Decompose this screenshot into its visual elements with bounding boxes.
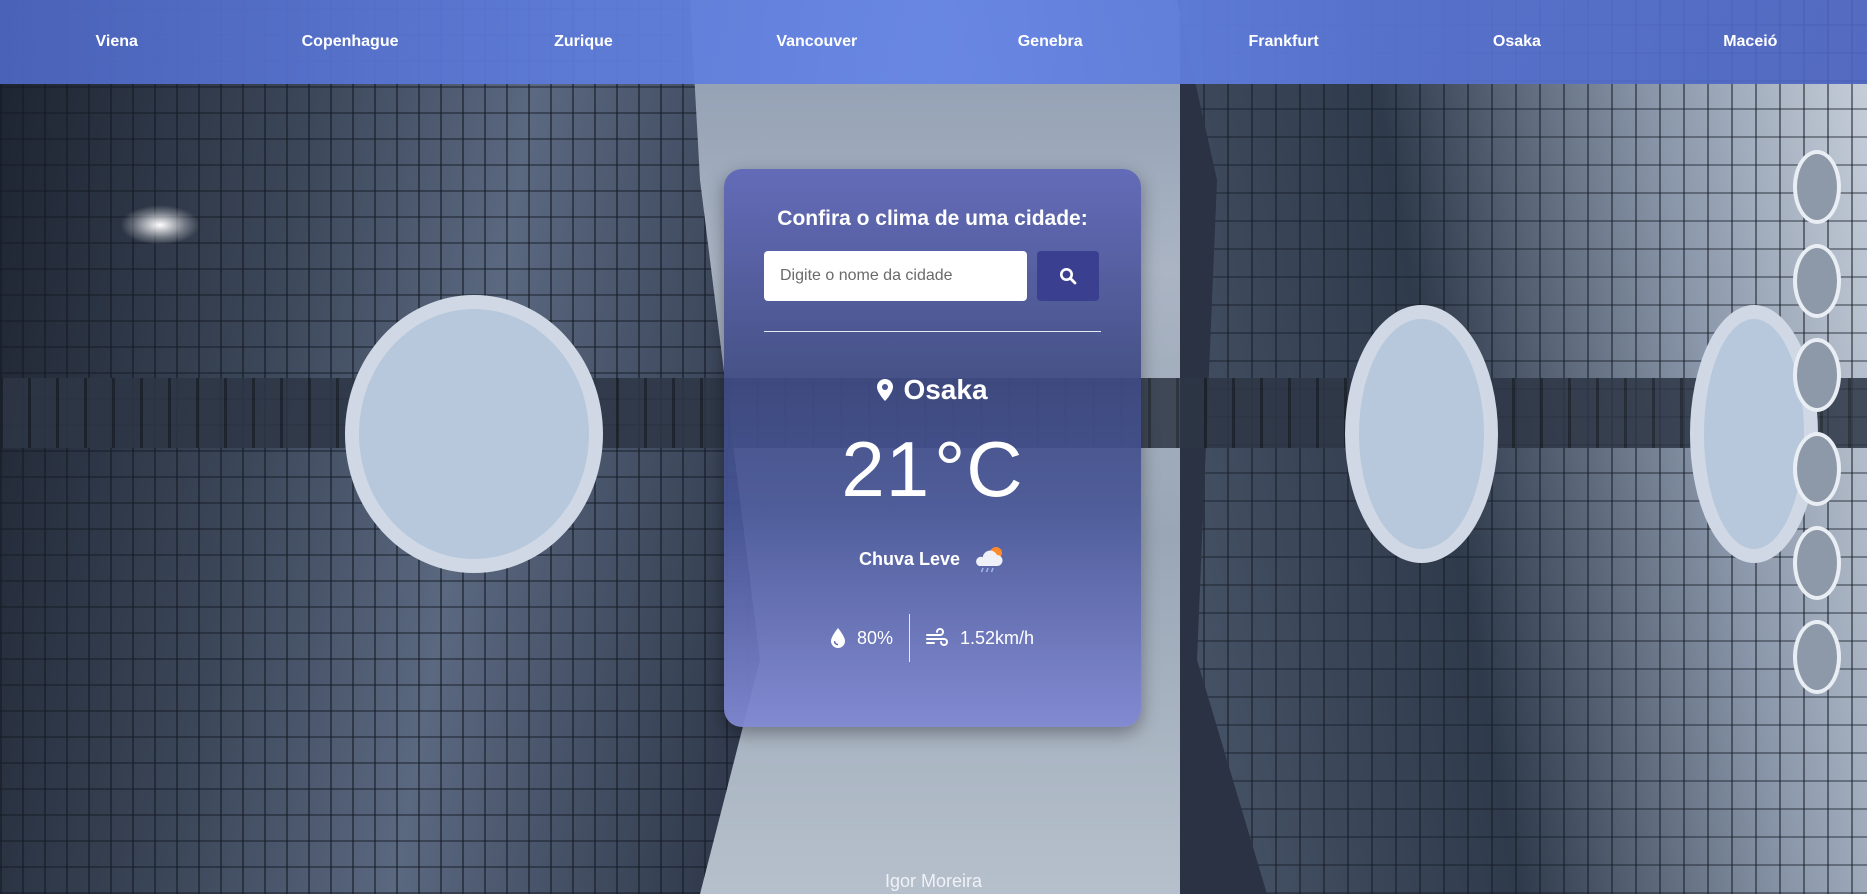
temperature-unit: °C [934,425,1024,513]
weather-card: Confira o clima de uma cidade: Osaka 21 … [724,169,1141,727]
left-ring-window [345,295,603,573]
temperature-value: 21 [841,425,931,513]
nav-city-vancouver[interactable]: Vancouver [700,33,933,51]
sun-flare [120,205,200,245]
porthole-windows [1789,150,1845,714]
card-title: Confira o clima de uma cidade: [777,207,1088,230]
nav-city-zurique[interactable]: Zurique [467,33,700,51]
city-name: Osaka [903,374,988,405]
weather-details: 80% 1.52km/h [764,614,1101,662]
temperature: 21 °C [764,430,1101,508]
map-pin-icon [877,379,894,401]
city-search-input[interactable] [764,251,1027,301]
search-form [764,251,1101,301]
light-rain-cloud-icon [976,547,1003,573]
city-nav: Viena Copenhague Zurique Vancouver Geneb… [0,0,1867,84]
humidity-value: 80% [856,627,893,648]
nav-city-copenhague[interactable]: Copenhague [233,33,466,51]
nav-city-viena[interactable]: Viena [0,33,233,51]
city-heading: Osaka [764,374,1101,406]
city-nav-list: Viena Copenhague Zurique Vancouver Geneb… [0,0,1867,84]
nav-city-frankfurt[interactable]: Frankfurt [1167,33,1400,51]
card-divider [764,331,1101,332]
right-ring-window [1345,305,1498,563]
search-icon [1060,268,1077,285]
wind-icon [925,628,948,646]
nav-city-osaka[interactable]: Osaka [1400,33,1633,51]
nav-city-maceio[interactable]: Maceió [1634,33,1867,51]
wind: 1.52km/h [910,628,1050,649]
weather-description: Chuva Leve [858,548,961,569]
nav-city-genebra[interactable]: Genebra [934,33,1167,51]
wind-value: 1.52km/h [959,627,1035,648]
humidity: 80% [815,628,909,649]
weather-description-row: Chuva Leve [764,544,1101,574]
footer-author: Igor Moreira [884,871,983,891]
droplet-icon [830,628,845,648]
search-button[interactable] [1037,251,1099,301]
